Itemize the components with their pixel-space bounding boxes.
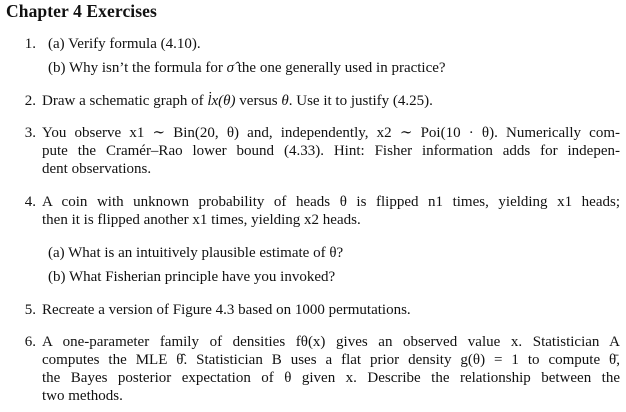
item-4a: (a) What is an intuitively plausible est…	[48, 244, 343, 262]
item-2-symbol: l̇x(θ)	[207, 93, 236, 109]
item-3-line-1: You observe x1 ∼ Bin(20, θ) and, indepen…	[42, 125, 620, 141]
item-1b-symbol: σ̂	[226, 60, 234, 76]
item-4b-text: What Fisherian principle have you invoke…	[68, 269, 336, 285]
exercise-page: Chapter 4 Exercises 1. (a) Verify formul…	[0, 0, 626, 412]
item-number-3: 3.	[24, 125, 36, 141]
item-number-1: 1.	[24, 36, 36, 52]
item-4-line-2: then it is flipped another x1 times, yie…	[42, 212, 361, 228]
item-4b-label: (b)	[48, 269, 66, 285]
item-4b: (b) What Fisherian principle have you in…	[48, 268, 335, 286]
item-1b-label: (b)	[48, 60, 66, 76]
item-6-line-3: the Bayes posterior expectation of θ giv…	[42, 370, 620, 386]
item-5-text: Recreate a version of Figure 4.3 based o…	[42, 302, 411, 318]
item-6-line-2: computes the MLE θ̂. Statistician B uses…	[42, 352, 620, 368]
item-6-line-1: A one-parameter family of densities fθ(x…	[42, 334, 620, 350]
item-3-line-2: pute the Cramér–Rao lower bound (4.33). …	[42, 143, 620, 159]
item-1a-text: Verify formula (4.10).	[68, 36, 201, 52]
item-1a: (a) Verify formula (4.10).	[48, 35, 201, 53]
item-1b-text-pre: Why isn’t the formula for	[68, 60, 227, 76]
item-2-theta: θ	[281, 93, 289, 109]
item-2-text-pre: Draw a schematic graph of	[42, 93, 208, 109]
item-4-line-1: A coin with unknown probability of heads…	[42, 194, 620, 210]
chapter-title: Chapter 4 Exercises	[6, 1, 157, 21]
item-number-5: 5.	[24, 302, 36, 318]
item-number-2: 2.	[24, 93, 36, 109]
item-6-line-4: two methods.	[42, 388, 123, 404]
item-3-line-3: dent observations.	[42, 161, 152, 177]
item-1b-text-post: the one generally used in practice?	[234, 60, 446, 76]
item-number-4: 4.	[24, 194, 36, 210]
item-1b: (b) Why isn’t the formula for σ̂ the one…	[48, 59, 446, 77]
item-2-text-mid: versus	[235, 93, 282, 109]
item-1a-label: (a)	[48, 36, 65, 52]
item-4a-text: What is an intuitively plausible estimat…	[68, 245, 344, 261]
item-4a-label: (a)	[48, 245, 65, 261]
item-number-6: 6.	[24, 334, 36, 350]
item-2-text-post: . Use it to justify (4.25).	[288, 93, 433, 109]
item-2-text: Draw a schematic graph of l̇x(θ) versus …	[42, 92, 433, 110]
